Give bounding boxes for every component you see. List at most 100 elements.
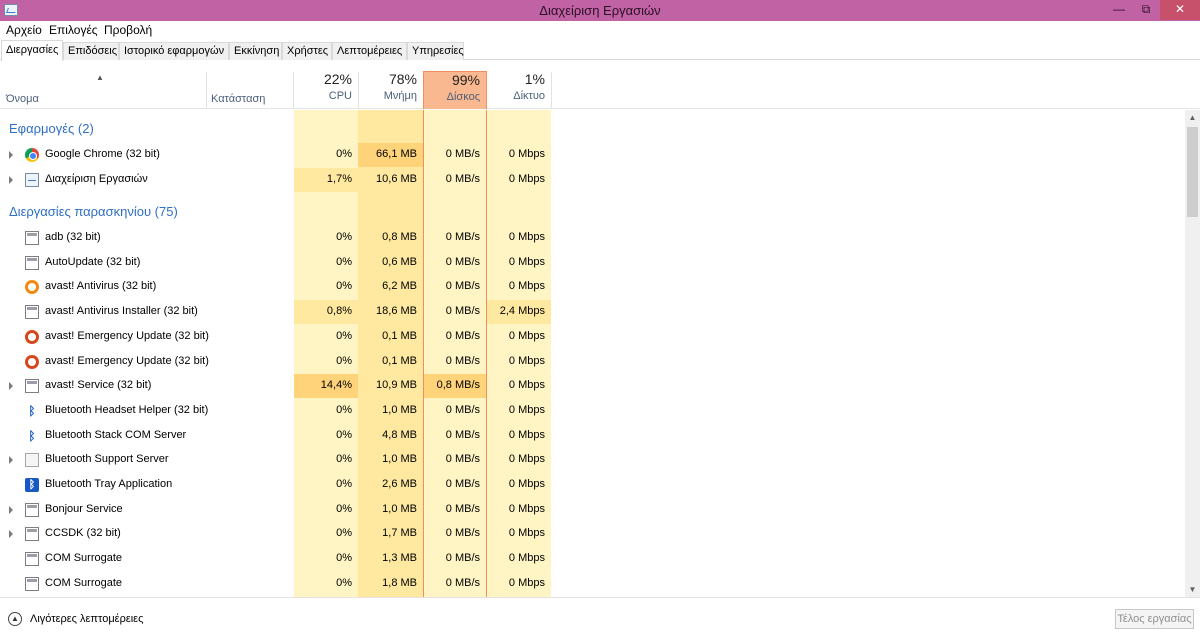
minimize-button[interactable]: — xyxy=(1106,0,1132,20)
process-row[interactable]: Bonjour Service 0% 1,0 MB 0 MB/s 0 Mbps xyxy=(0,498,1185,522)
tab-services[interactable]: Υπηρεσίες xyxy=(407,42,464,60)
cpu-cell: 0% xyxy=(336,428,352,441)
disk-cell: 0 MB/s xyxy=(445,403,480,416)
cpu-cell: 0% xyxy=(336,403,352,416)
expand-arrow-icon[interactable] xyxy=(9,505,13,514)
network-cell: 2,4 Mbps xyxy=(487,300,551,325)
disk-cell: 0 MB/s xyxy=(445,552,480,565)
group-header-apps[interactable]: Εφαρμογές (2) xyxy=(0,118,1185,142)
window-icon xyxy=(25,255,39,270)
menu-view[interactable]: Προβολή xyxy=(104,23,152,37)
memory-cell: 1,0 MB xyxy=(382,403,417,416)
network-total: 1% xyxy=(524,71,545,87)
process-name: CCSDK (32 bit) xyxy=(45,527,121,540)
cpu-cell: 0% xyxy=(336,148,352,160)
process-row[interactable]: avast! Service (32 bit) 14,4% 10,9 MB 0,8 M… xyxy=(0,374,1185,399)
group-header-background[interactable]: Διεργασίες παρασκηνίου (75) xyxy=(0,201,1185,225)
cpu-total: 22% xyxy=(323,71,352,87)
column-status[interactable]: Κατάσταση xyxy=(211,93,265,105)
column-header: ▲ Όνομα Κατάσταση 22% CPU 78% Μνήμη 99% … xyxy=(0,60,1200,109)
disk-cell: 0 MB/s xyxy=(445,453,480,466)
tab-performance[interactable]: Επιδόσεις xyxy=(63,42,119,60)
disk-cell: 0 MB/s xyxy=(445,428,480,441)
process-row[interactable]: ᛒ Bluetooth Stack COM Server 0% 4,8 MB 0 MB/… xyxy=(0,424,1185,448)
title-bar: Διαχείριση Εργασιών — ⧉ ✕ xyxy=(0,0,1200,21)
tab-users[interactable]: Χρήστες xyxy=(282,42,332,60)
process-row[interactable]: avast! Emergency Update (32 bit) 0% 0,1 MB… xyxy=(0,325,1185,349)
network-cell: 0 Mbps xyxy=(508,502,545,515)
network-label: Δίκτυο xyxy=(513,90,545,102)
process-row[interactable]: COM Surrogate 0% 1,8 MB 0 MB/s 0 Mbps xyxy=(0,572,1185,596)
column-memory[interactable]: 78% Μνήμη xyxy=(359,71,423,109)
task-manager-icon xyxy=(25,172,39,187)
process-row[interactable]: adb (32 bit) 0% 0,8 MB 0 MB/s 0 Mbps xyxy=(0,226,1185,250)
menu-file[interactable]: Αρχείο xyxy=(6,23,42,37)
process-row[interactable]: Διαχείριση Εργασιών 1,7% 10,6 MB 0 MB/s 0 Mb… xyxy=(0,167,1185,192)
tab-startup[interactable]: Εκκίνηση xyxy=(229,42,282,60)
column-name[interactable]: Όνομα xyxy=(6,93,39,105)
process-name: Bluetooth Headset Helper (32 bit) xyxy=(45,403,209,416)
close-button[interactable]: ✕ xyxy=(1160,0,1200,20)
process-row[interactable]: avast! Antivirus Installer (32 bit) 0,8% 1… xyxy=(0,300,1185,325)
cpu-cell: 0% xyxy=(336,478,352,490)
scroll-down-icon[interactable]: ▼ xyxy=(1185,582,1200,597)
memory-cell: 0,8 MB xyxy=(382,231,417,243)
column-disk[interactable]: 99% Δίσκος xyxy=(423,71,487,109)
process-row[interactable]: AutoUpdate (32 bit) 0% 0,6 MB 0 MB/s 0 Mbps xyxy=(0,251,1185,275)
disk-cell: 0 MB/s xyxy=(445,576,480,589)
cpu-cell: 0% xyxy=(336,502,352,515)
process-row[interactable]: ᛒ Bluetooth Headset Helper (32 bit) 0% 1,0 … xyxy=(0,399,1185,423)
network-cell: 0 Mbps xyxy=(508,403,545,416)
chrome-icon xyxy=(25,148,39,162)
memory-cell: 0,6 MB xyxy=(382,255,417,268)
memory-cell: 6,2 MB xyxy=(382,280,417,293)
restore-button[interactable]: ⧉ xyxy=(1133,0,1159,20)
chevron-up-icon[interactable]: ▲ xyxy=(8,612,22,626)
process-row[interactable]: Google Chrome (32 bit) 0% 66,1 MB 0 MB/s 0 M… xyxy=(0,143,1185,167)
window-icon xyxy=(25,379,39,394)
process-name: adb (32 bit) xyxy=(45,231,101,243)
scrollbar-thumb[interactable] xyxy=(1187,127,1198,217)
tab-details[interactable]: Λεπτομέρειες xyxy=(332,42,407,60)
fewer-details-link[interactable]: Λιγότερες λεπτομέρειες xyxy=(30,613,143,625)
expand-arrow-icon[interactable] xyxy=(9,175,13,184)
disk-cell: 0 MB/s xyxy=(445,280,480,293)
process-name: avast! Antivirus (32 bit) xyxy=(45,280,157,293)
menu-options[interactable]: Επιλογές xyxy=(49,23,98,37)
process-name: Bluetooth Stack COM Server xyxy=(45,428,187,441)
process-row[interactable]: avast! Emergency Update (32 bit) 0% 0,1 MB… xyxy=(0,350,1185,374)
scroll-up-icon[interactable]: ▲ xyxy=(1185,110,1200,125)
process-name: Google Chrome (32 bit) xyxy=(45,148,160,160)
disk-cell: 0 MB/s xyxy=(445,255,480,268)
memory-cell: 0,1 MB xyxy=(382,329,417,342)
expand-arrow-icon[interactable] xyxy=(9,530,13,539)
disk-cell: 0 MB/s xyxy=(445,172,480,185)
memory-cell: 10,9 MB xyxy=(376,379,417,392)
avast-icon xyxy=(25,280,39,295)
vertical-scrollbar[interactable]: ▲ ▼ xyxy=(1185,110,1200,597)
network-cell: 0 Mbps xyxy=(508,172,545,185)
process-row[interactable]: COM Surrogate 0% 1,3 MB 0 MB/s 0 Mbps xyxy=(0,547,1185,571)
expand-arrow-icon[interactable] xyxy=(9,382,13,391)
cpu-cell: 1,7% xyxy=(294,167,358,192)
process-row[interactable]: avast! Antivirus (32 bit) 0% 6,2 MB 0 MB/s 0… xyxy=(0,275,1185,299)
end-task-button[interactable]: Τέλος εργασίας xyxy=(1115,609,1194,629)
window-icon xyxy=(25,502,39,517)
expand-arrow-icon[interactable] xyxy=(9,151,13,159)
process-row[interactable]: ᛒ Bluetooth Tray Application 0% 2,6 MB 0 MB/… xyxy=(0,473,1185,497)
column-divider xyxy=(206,72,207,109)
bluetooth-icon: ᛒ xyxy=(28,428,36,443)
process-row[interactable]: CCSDK (32 bit) 0% 1,7 MB 0 MB/s 0 Mbps xyxy=(0,522,1185,546)
expand-arrow-icon[interactable] xyxy=(9,456,13,465)
process-row[interactable]: Bluetooth Support Server 0% 1,0 MB 0 MB/s 0 … xyxy=(0,448,1185,472)
group-title-background: Διεργασίες παρασκηνίου (75) xyxy=(9,204,178,219)
column-cpu[interactable]: 22% CPU xyxy=(294,71,358,109)
tab-processes[interactable]: Διεργασίες xyxy=(1,40,63,61)
memory-cell: 1,0 MB xyxy=(382,502,417,515)
tab-app-history[interactable]: Ιστορικό εφαρμογών xyxy=(119,42,229,60)
cpu-cell: 0,8% xyxy=(294,300,358,325)
column-network[interactable]: 1% Δίκτυο xyxy=(487,71,551,109)
disk-label: Δίσκος xyxy=(446,91,480,103)
network-cell: 0 Mbps xyxy=(508,255,545,268)
process-table: Εφαρμογές (2) Διεργασίες παρασκηνίου (75… xyxy=(0,110,1185,597)
